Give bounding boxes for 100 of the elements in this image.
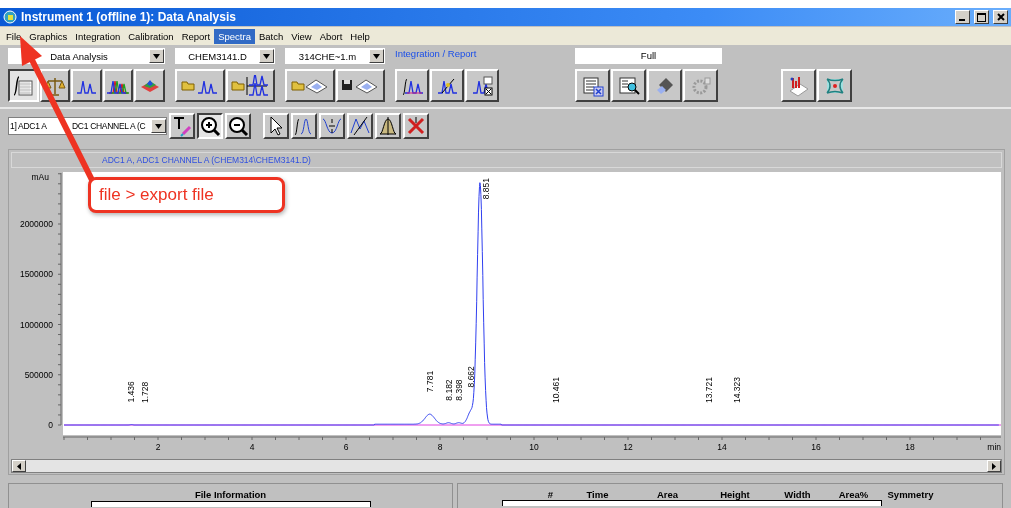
network-button[interactable]	[817, 69, 852, 102]
dropdown-arrow-icon	[155, 123, 162, 129]
peak-time-label: 8.182	[443, 379, 454, 401]
integral-grid-icon	[12, 74, 35, 97]
x-tick-label: 14	[717, 442, 727, 452]
signal-select[interactable]: 1] ADC1 A DC1 CHANNEL A (C	[8, 117, 167, 135]
method-select[interactable]: 314CHE~1.m	[285, 48, 385, 64]
zoom-in-icon	[199, 115, 221, 137]
peak-time-label: 14.323	[732, 377, 743, 403]
panel-title: File Information	[194, 489, 267, 500]
close-icon	[996, 13, 1005, 21]
menu-item[interactable]: Batch	[254, 28, 288, 44]
scroll-right-button[interactable]	[987, 460, 1001, 472]
dropdown-arrow-icon	[153, 53, 160, 59]
x-tick-label: 10	[529, 442, 539, 452]
y-tick-label: 0	[48, 420, 53, 430]
peak-time-label: 8.662	[466, 366, 477, 388]
maximize-icon	[977, 12, 986, 22]
signal-select-text: DC1 CHANNEL A (C	[72, 121, 147, 131]
zoom-out-icon	[227, 115, 249, 137]
column-header: Width	[783, 489, 812, 500]
menu-item[interactable]: Integration	[71, 28, 125, 44]
scroll-left-button[interactable]	[12, 460, 26, 472]
integrate-button[interactable]	[395, 69, 429, 102]
x-tick-label: 2	[155, 442, 161, 452]
gear-button[interactable]	[683, 69, 718, 102]
menu-item[interactable]: View	[287, 28, 316, 44]
menu-item[interactable]: Graphics	[25, 28, 72, 44]
view-select[interactable]: Data Analysis	[8, 48, 165, 64]
preview-report-button[interactable]	[611, 69, 646, 102]
column-header: Height	[719, 489, 751, 500]
peak-time-label: 8.398	[453, 379, 464, 401]
spectrum-chart-icon	[787, 74, 810, 97]
y-tick-label: 1000000	[19, 319, 53, 330]
peak-time-label: 1.436	[126, 381, 137, 403]
tool-button[interactable]	[197, 113, 223, 139]
open-folder-overlay-icon	[230, 74, 271, 97]
peak-area-icon	[377, 115, 399, 137]
menu-item[interactable]: Spectra	[214, 28, 255, 44]
integration-events-button[interactable]	[465, 69, 499, 102]
peak-time-label: 1.728	[140, 381, 151, 403]
column-header: Area	[655, 489, 680, 500]
dropdown-arrow-icon	[263, 53, 270, 59]
delete-report-icon	[581, 74, 604, 97]
split-peak-icon	[349, 115, 371, 137]
x-tick-label: 18	[905, 442, 915, 452]
integration-events-icon	[471, 74, 493, 97]
manual-integrate-button[interactable]	[430, 69, 464, 102]
y-axis-unit: mAu	[31, 172, 49, 182]
dropdown-button[interactable]	[369, 49, 384, 63]
y-tick-label: 2000000	[19, 219, 53, 229]
column-header: Time	[585, 489, 610, 500]
column-header: #	[546, 489, 555, 500]
maximize-button[interactable]	[974, 10, 989, 24]
load-signal-button[interactable]	[175, 69, 225, 102]
right-arrow-icon	[992, 462, 996, 470]
peak-time-label: 13.721	[703, 377, 714, 403]
data-file-select[interactable]: CHEM3141.D	[175, 48, 275, 64]
peak-time-label: 7.781	[424, 370, 435, 393]
task-link[interactable]: Integration / Report	[395, 48, 565, 64]
close-button[interactable]	[993, 10, 1008, 24]
text-tool-icon	[171, 115, 193, 137]
menu-item[interactable]: Abort	[315, 28, 347, 44]
window-title: Instrument 1 (offline 1): Data Analysis	[21, 10, 237, 24]
x-axis-unit: min	[987, 442, 1001, 452]
dropdown-button[interactable]	[259, 49, 274, 63]
peak-time-label: 8.851	[481, 178, 491, 200]
dropdown-button[interactable]	[149, 49, 164, 63]
x-tick-label: 16	[811, 442, 821, 452]
preview-report-icon	[617, 74, 640, 97]
y-tick-label: 1500000	[19, 269, 53, 280]
chart-title: ADC1 A, ADC1 CHANNEL A (CHEM314\CHEM3141.D)	[102, 155, 311, 165]
x-tick-label: 4	[249, 442, 255, 452]
view-button[interactable]	[8, 69, 39, 102]
dropdown-button[interactable]	[151, 119, 166, 133]
load-method-button[interactable]	[285, 69, 335, 102]
menu-item[interactable]: Calibration	[124, 28, 178, 44]
x-tick-label: 8	[437, 442, 443, 452]
menu-item[interactable]: Report	[177, 28, 215, 44]
report-style-field[interactable]: Full	[575, 48, 722, 64]
signal-select-text: 1] ADC1 A	[9, 121, 48, 131]
x-tick-label: 6	[343, 442, 349, 452]
minimize-button[interactable]	[955, 10, 970, 24]
print-button[interactable]	[647, 69, 682, 102]
left-arrow-icon	[17, 462, 21, 470]
load-overlay-button[interactable]	[225, 69, 275, 102]
app-icon	[3, 10, 17, 24]
column-header: Symmetry	[886, 489, 935, 500]
menu-item[interactable]: File	[2, 28, 26, 44]
peak-time-label: 10.461	[550, 377, 561, 403]
delete-report-button[interactable]	[575, 69, 610, 102]
column-header: Area%	[837, 489, 870, 500]
delete-icon	[405, 115, 427, 137]
x-tick-label: 12	[623, 442, 633, 452]
spectrum-button[interactable]	[781, 69, 816, 102]
dropdown-arrow-icon	[373, 53, 380, 59]
save-method-button[interactable]	[335, 69, 385, 102]
horizontal-scrollbar[interactable]	[11, 459, 1002, 473]
menu-item[interactable]: Help	[346, 28, 374, 44]
annotation-callout: file > export file	[88, 177, 285, 213]
